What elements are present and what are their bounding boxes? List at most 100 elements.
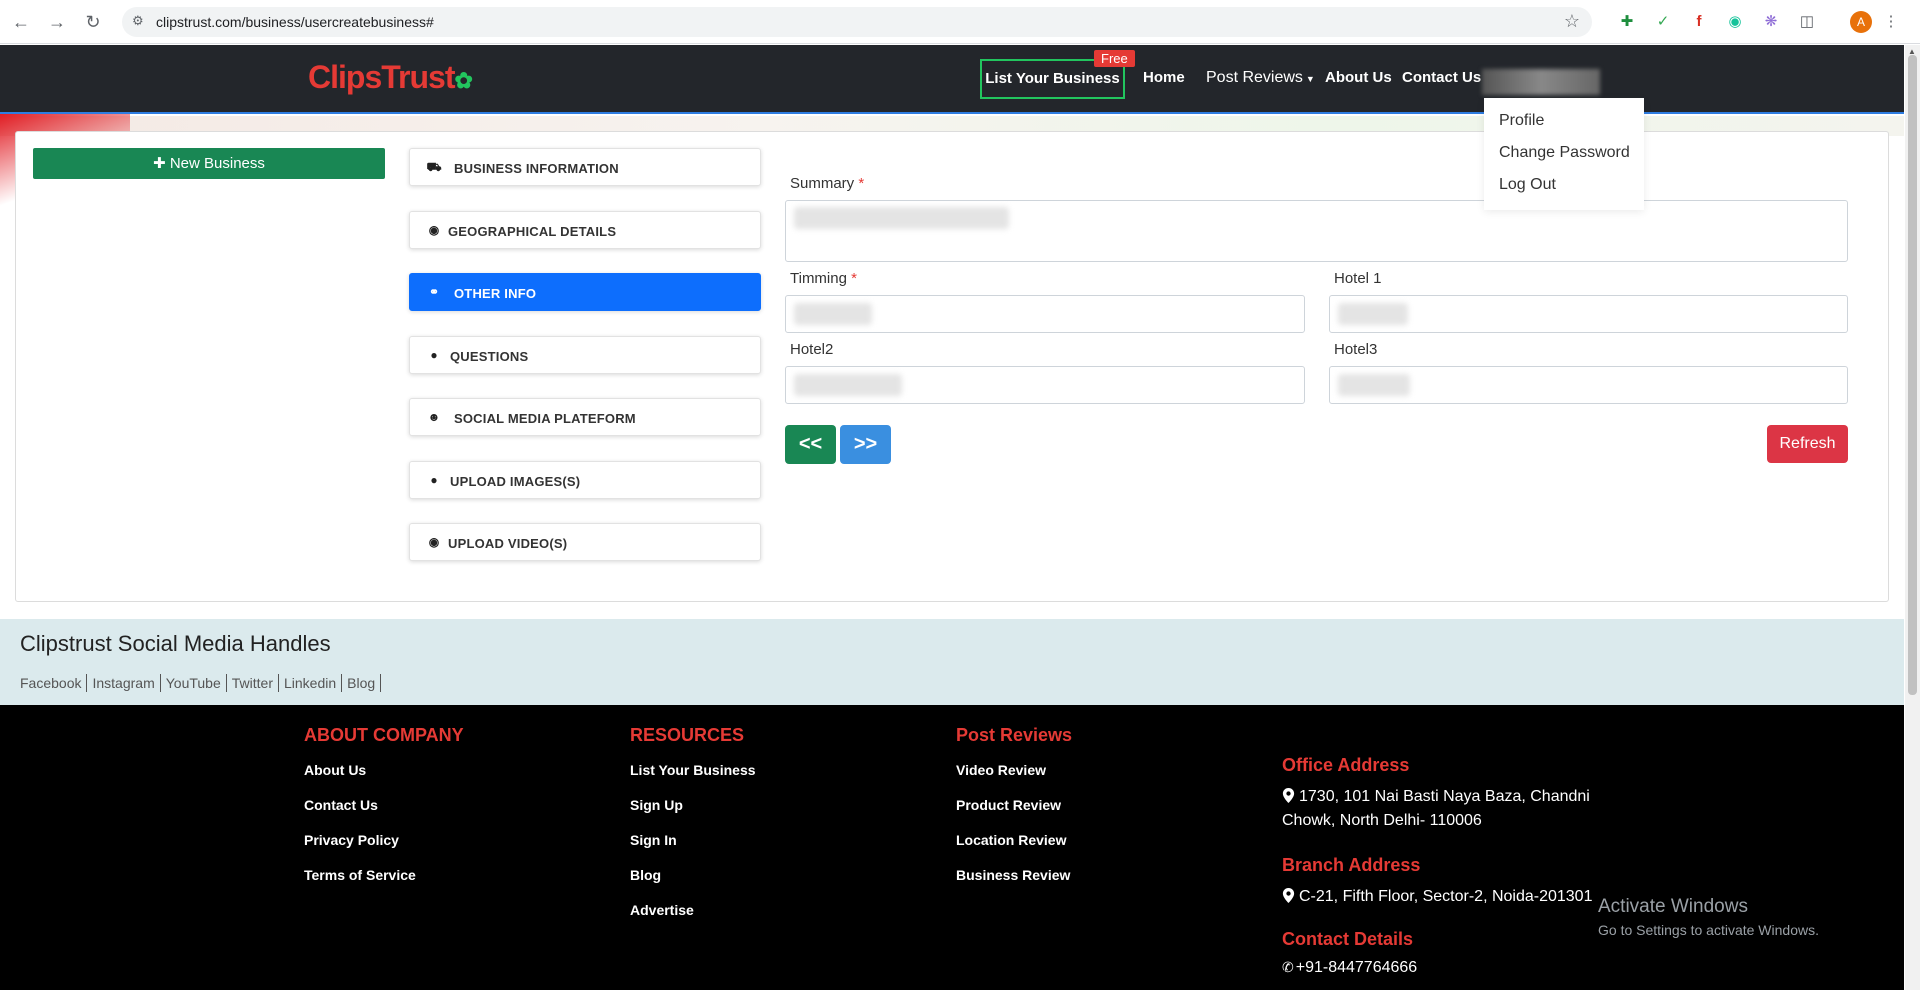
step-other-info[interactable]: ⚭ OTHER INFO <box>409 273 761 311</box>
new-business-button[interactable]: ✚ New Business <box>33 148 385 179</box>
address-bar[interactable]: ⚙ clipstrust.com/business/usercreatebusi… <box>122 7 1592 37</box>
reload-icon[interactable]: ↻ <box>82 11 104 33</box>
summary-label: Summary * <box>790 175 864 192</box>
browser-toolbar: ← → ↻ ⚙ clipstrust.com/business/usercrea… <box>0 0 1920 44</box>
logo-text: ClipsTrust <box>308 59 455 95</box>
hotel1-input[interactable] <box>1329 295 1848 333</box>
nav-contact[interactable]: Contact Us <box>1402 69 1481 86</box>
footer-link-video-review[interactable]: Video Review <box>956 762 1072 778</box>
step-upload-images[interactable]: ● UPLOAD IMAGES(S) <box>409 461 761 499</box>
hotel1-label: Hotel 1 <box>1334 270 1382 287</box>
user-icon: ● <box>430 473 438 487</box>
footer-about-title: ABOUT COMPANY <box>304 725 464 745</box>
step-geographical-details[interactable]: ◉ GEOGRAPHICAL DETAILS <box>409 211 761 249</box>
footer-link-blog[interactable]: Blog <box>630 867 756 883</box>
next-button[interactable]: >> <box>840 425 891 464</box>
contact-phone: ✆ +91-8447764666 <box>1282 955 1417 980</box>
site-info-icon[interactable]: ⚙ <box>132 13 144 29</box>
forward-icon[interactable]: → <box>46 11 68 33</box>
summary-textarea[interactable] <box>785 200 1848 262</box>
phone-icon: ✆ <box>1282 959 1294 975</box>
refresh-button[interactable]: Refresh <box>1767 425 1848 463</box>
footer-link-about[interactable]: About Us <box>304 762 464 778</box>
footer-link-contact[interactable]: Contact Us <box>304 797 464 813</box>
timing-label: Timming * <box>790 270 857 287</box>
watermark-line2: Go to Settings to activate Windows. <box>1598 922 1819 938</box>
users-icon: ☻ <box>427 410 441 424</box>
hotel2-label: Hotel2 <box>790 341 834 358</box>
watermark-line1: Activate Windows <box>1598 896 1748 917</box>
back-icon[interactable]: ← <box>10 11 32 33</box>
hotel1-value-blurred <box>1338 303 1408 325</box>
footer-link-product-review[interactable]: Product Review <box>956 797 1072 813</box>
phone-text[interactable]: +91-8447764666 <box>1296 959 1417 976</box>
branch-address: C-21, Fifth Floor, Sector-2, Noida-20130… <box>1282 885 1642 909</box>
map-pin-icon: ◉ <box>428 223 440 237</box>
step-business-information[interactable]: ⛟ BUSINESS INFORMATION <box>409 148 761 186</box>
social-link-youtube[interactable]: YouTube <box>166 674 227 692</box>
footer-resources-title: RESOURCES <box>630 725 745 745</box>
footer-link-advertise[interactable]: Advertise <box>630 902 756 918</box>
map-pin-icon: ◉ <box>428 535 440 549</box>
nav-about[interactable]: About Us <box>1325 69 1392 86</box>
site-logo[interactable]: ClipsTrust✿ <box>308 59 473 96</box>
user-icon: ● <box>430 348 438 362</box>
step-label: OTHER INFO <box>454 286 537 301</box>
step-upload-videos[interactable]: ◉ UPLOAD VIDEO(S) <box>409 523 761 561</box>
office-address: 1730, 101 Nai Basti Naya Baza, Chandni C… <box>1282 785 1612 833</box>
footer-link-location-review[interactable]: Location Review <box>956 832 1072 848</box>
social-link-instagram[interactable]: Instagram <box>92 674 161 692</box>
footer-link-privacy[interactable]: Privacy Policy <box>304 832 464 848</box>
extensions-puzzle-icon[interactable]: ◫ <box>1796 11 1818 33</box>
nav-post-reviews[interactable]: Post Reviews ▼ <box>1206 69 1315 87</box>
step-label: UPLOAD VIDEO(S) <box>448 536 568 551</box>
menu-item-change-password[interactable]: Change Password <box>1499 144 1630 162</box>
url-text[interactable]: clipstrust.com/business/usercreatebusine… <box>156 14 434 30</box>
social-link-linkedin[interactable]: Linkedin <box>284 674 343 692</box>
social-link-twitter[interactable]: Twitter <box>232 674 279 692</box>
hotel2-value-blurred <box>794 374 902 396</box>
hotel2-input[interactable] <box>785 366 1305 404</box>
contact-details-title: Contact Details <box>1282 929 1414 949</box>
hotel3-value-blurred <box>1338 374 1410 396</box>
profile-avatar[interactable]: A <box>1850 11 1872 33</box>
footer-about-company: ABOUT COMPANY About Us Contact Us Privac… <box>304 725 464 902</box>
hotel3-input[interactable] <box>1329 366 1848 404</box>
plus-icon: ✚ <box>153 155 170 172</box>
footer-link-sign-in[interactable]: Sign In <box>630 832 756 848</box>
grammarly-icon[interactable]: ◉ <box>1724 11 1746 33</box>
extension-f-icon[interactable]: f <box>1688 11 1710 33</box>
extension-plus-icon[interactable]: ✚ <box>1616 11 1638 33</box>
browser-menu-icon[interactable]: ⋮ <box>1880 11 1902 33</box>
summary-label-text: Summary <box>790 175 855 192</box>
hotel3-label: Hotel3 <box>1334 341 1378 358</box>
bookmark-star-icon[interactable]: ☆ <box>1564 11 1580 32</box>
branch-address-text: C-21, Fifth Floor, Sector-2, Noida-20130… <box>1299 888 1593 905</box>
car-icon: ⛟ <box>426 160 442 174</box>
social-link-facebook[interactable]: Facebook <box>20 674 88 692</box>
nav-home[interactable]: Home <box>1143 69 1185 86</box>
required-mark: * <box>858 175 865 192</box>
menu-item-profile[interactable]: Profile <box>1499 112 1544 130</box>
step-questions[interactable]: ● QUESTIONS <box>409 336 761 374</box>
footer-link-terms[interactable]: Terms of Service <box>304 867 464 883</box>
footer-link-list-business[interactable]: List Your Business <box>630 762 756 778</box>
extension-gear-icon[interactable]: ❋ <box>1760 11 1782 33</box>
page-scrollbar[interactable]: ▲ <box>1905 45 1920 990</box>
activate-windows-watermark: Activate Windows Go to Settings to activ… <box>1598 896 1819 938</box>
social-links: Facebook Instagram YouTube Twitter Linke… <box>20 674 386 692</box>
footer-post-reviews-title: Post Reviews <box>956 725 1073 745</box>
step-label: GEOGRAPHICAL DETAILS <box>448 224 617 239</box>
user-name-blurred[interactable] <box>1482 69 1600 95</box>
scroll-thumb[interactable] <box>1908 55 1917 695</box>
previous-button[interactable]: << <box>785 425 836 464</box>
extension-check-icon[interactable]: ✓ <box>1652 11 1674 33</box>
menu-item-logout[interactable]: Log Out <box>1499 176 1556 194</box>
office-address-title: Office Address <box>1282 755 1410 775</box>
social-link-blog[interactable]: Blog <box>347 674 382 692</box>
timing-input[interactable] <box>785 295 1305 333</box>
footer-link-business-review[interactable]: Business Review <box>956 867 1072 883</box>
footer-link-sign-up[interactable]: Sign Up <box>630 797 756 813</box>
step-social-media-platform[interactable]: ☻ SOCIAL MEDIA PLATEFORM <box>409 398 761 436</box>
timing-value-blurred <box>794 303 872 325</box>
